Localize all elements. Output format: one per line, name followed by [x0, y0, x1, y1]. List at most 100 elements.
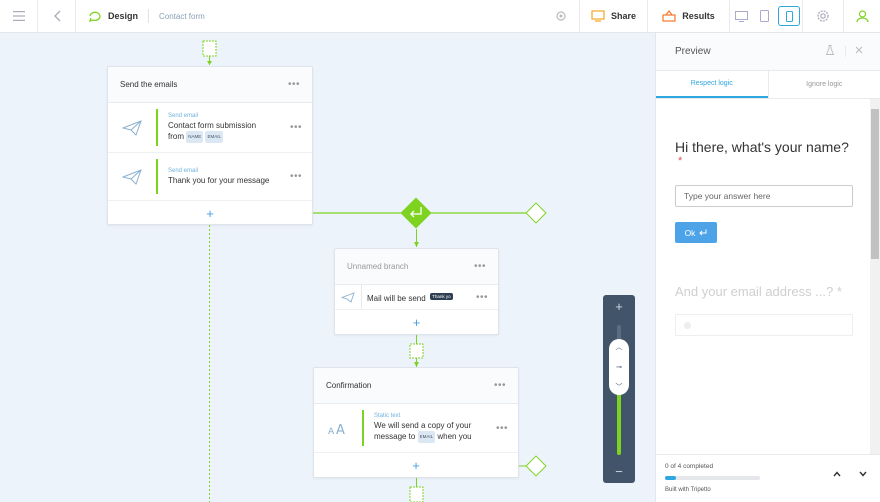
enter-icon [699, 229, 707, 236]
paper-plane-icon [108, 168, 156, 185]
more-icon[interactable]: ••• [288, 79, 300, 90]
text-icon: AA [314, 421, 362, 435]
chevron-down-icon [859, 471, 867, 477]
preview-footer: 0 of 4 completed Built with Tripetto [656, 454, 880, 502]
settings-button[interactable] [802, 0, 844, 32]
item-from: from [168, 131, 184, 141]
item-type: Send email [168, 112, 199, 119]
ok-button[interactable]: Ok [675, 222, 717, 243]
desktop-preview-button[interactable] [730, 0, 753, 32]
scrollbar-thumb[interactable] [871, 109, 879, 259]
zoom-in-button[interactable]: + [603, 299, 635, 314]
tablet-preview-button[interactable] [753, 0, 776, 32]
progress-bar [665, 476, 760, 480]
more-icon[interactable]: ••• [494, 380, 506, 391]
previous-button[interactable] [833, 469, 841, 479]
question-email: And your email address ...? * [675, 284, 842, 299]
progress-fill [665, 476, 677, 480]
item-line1: Contact form submission [168, 120, 257, 130]
results-label: Results [682, 11, 715, 21]
email-input-icon [684, 322, 691, 329]
share-label: Share [610, 11, 636, 21]
item-text: Static text We will send a copy of your … [364, 413, 496, 443]
form-settings-button[interactable] [542, 0, 580, 32]
block-title: Confirmation [326, 381, 372, 390]
zoom-handle[interactable]: ︿ ⊸ ﹀ [609, 339, 629, 395]
results-icon [662, 10, 676, 22]
add-item-button[interactable]: + [314, 453, 518, 477]
item-label: Mail will be send [367, 294, 426, 303]
tablet-icon [760, 10, 769, 22]
name-input[interactable]: Type your answer here [675, 185, 853, 207]
design-icon [88, 11, 101, 22]
account-button[interactable] [844, 0, 880, 32]
email-tag: EMAIL [205, 130, 223, 143]
navigation-arrows [833, 469, 867, 479]
item-line2: from NAME EMAIL [168, 130, 280, 143]
progress-text: 0 of 4 completed [665, 463, 714, 470]
branch-block[interactable]: Unnamed branch ••• Mail will be send Tha… [334, 248, 499, 335]
reset-preview-button[interactable] [815, 45, 845, 58]
confirmation-block[interactable]: Confirmation ••• AA Static text We will … [313, 367, 519, 478]
preview-scrollbar[interactable] [870, 99, 880, 454]
branch-item[interactable]: Mail will be send Thank yo ••• [335, 285, 498, 310]
more-icon[interactable]: ••• [496, 423, 508, 434]
item-type: Send email [168, 167, 199, 174]
results-button[interactable]: Results [648, 0, 730, 32]
preview-title: Preview [675, 46, 711, 57]
form-name[interactable]: Contact form [148, 9, 205, 23]
email-input[interactable] [675, 314, 853, 336]
zoom-control: + ︿ ⊸ ﹀ − [603, 295, 635, 483]
hamburger-icon [12, 11, 25, 21]
share-button[interactable]: Share [580, 0, 648, 32]
built-with[interactable]: Built with Tripetto [665, 487, 711, 493]
item-line1: We will send a copy of your [374, 421, 472, 430]
send-email-item[interactable]: Send email Contact form submission from … [108, 103, 312, 153]
block-title: Send the emails [120, 80, 178, 89]
tab-ignore-logic[interactable]: Ignore logic [767, 71, 880, 98]
close-preview-button[interactable] [845, 46, 871, 57]
user-icon [855, 9, 869, 22]
static-text-item[interactable]: AA Static text We will send a copy of yo… [314, 404, 518, 453]
block-header[interactable]: Unnamed branch ••• [335, 249, 498, 285]
share-icon [591, 10, 605, 22]
block-header[interactable]: Confirmation ••• [314, 368, 518, 404]
menu-button[interactable] [0, 0, 38, 32]
gear-icon [555, 11, 566, 21]
back-button[interactable] [38, 0, 76, 32]
add-item-button[interactable]: + [108, 201, 312, 225]
paper-plane-icon [108, 119, 156, 136]
line2-pre: message to [374, 432, 416, 442]
block-header[interactable]: Send the emails ••• [108, 67, 312, 103]
design-tab[interactable]: Design [76, 0, 148, 32]
top-bar: Design Contact form Share Results [0, 0, 880, 33]
send-emails-block[interactable]: Send the emails ••• Send email Contact f… [107, 66, 313, 225]
required-mark: * [678, 155, 683, 167]
zoom-out-button[interactable]: − [603, 464, 635, 479]
more-icon[interactable]: ••• [290, 122, 302, 133]
more-icon[interactable]: ••• [290, 171, 302, 182]
item-type: Static text [374, 413, 401, 419]
item-text: Send email Thank you for your message [158, 168, 290, 186]
phone-preview-button[interactable] [778, 6, 800, 26]
desktop-icon [735, 10, 748, 22]
ok-label: Ok [684, 227, 696, 238]
more-icon[interactable]: ••• [476, 292, 488, 303]
send-email-item[interactable]: Send email Thank you for your message ••… [108, 153, 312, 201]
builder-canvas[interactable]: Send the emails ••• Send email Contact f… [0, 33, 655, 502]
preview-tabs: Respect logic Ignore logic [656, 71, 880, 99]
gear-icon [817, 10, 829, 22]
item-line1: Thank you for your message [168, 175, 270, 185]
next-button[interactable] [859, 469, 867, 479]
item-line2: message to EMAIL when you [374, 431, 486, 443]
name-tag: NAME [186, 130, 204, 143]
design-label: Design [108, 11, 139, 21]
phone-icon [785, 10, 793, 22]
add-item-button[interactable]: + [335, 310, 498, 334]
question-name: Hi there, what's your name? [675, 139, 849, 155]
tab-respect-logic[interactable]: Respect logic [656, 71, 768, 98]
chevron-up-icon: ︿ [615, 344, 623, 351]
svg-text:A: A [328, 427, 335, 435]
paper-plane-icon [335, 291, 361, 303]
more-icon[interactable]: ••• [474, 261, 486, 272]
